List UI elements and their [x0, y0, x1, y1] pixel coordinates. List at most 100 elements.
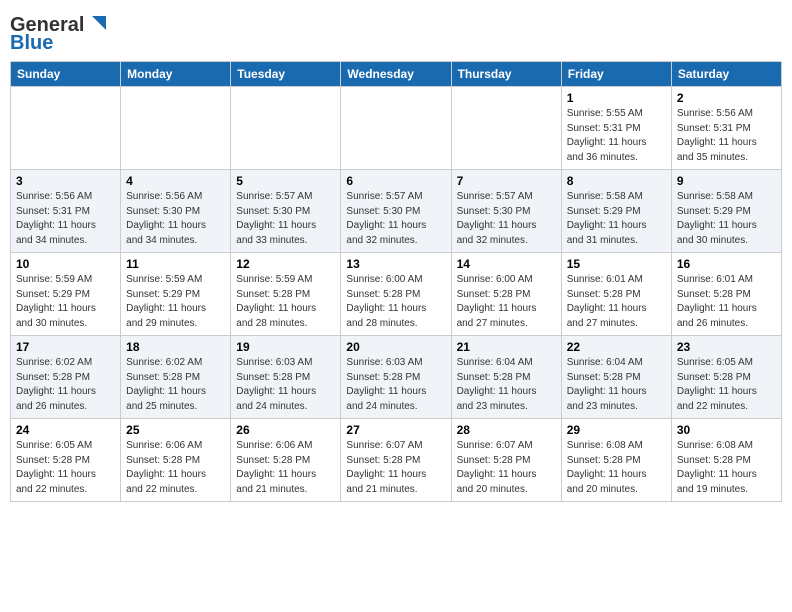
day-number: 14 [457, 257, 556, 271]
page-header: General Blue [10, 10, 782, 55]
day-info: Sunrise: 6:03 AM Sunset: 5:28 PM Dayligh… [346, 356, 445, 414]
col-header-monday: Monday [121, 62, 231, 87]
day-info: Sunrise: 6:00 AM Sunset: 5:28 PM Dayligh… [346, 273, 445, 331]
calendar-week-row: 10 Sunrise: 5:59 AM Sunset: 5:29 PM Dayli… [11, 253, 782, 336]
day-info: Sunrise: 6:06 AM Sunset: 5:28 PM Dayligh… [236, 439, 335, 497]
day-number: 30 [677, 423, 776, 437]
day-info: Sunrise: 5:57 AM Sunset: 5:30 PM Dayligh… [457, 190, 556, 248]
logo-triangle-icon [86, 12, 108, 34]
col-header-friday: Friday [561, 62, 671, 87]
day-number: 13 [346, 257, 445, 271]
calendar-cell [451, 87, 561, 170]
calendar-cell: 1Sunrise: 5:55 AM Sunset: 5:31 PM Daylig… [561, 87, 671, 170]
calendar-cell: 9 Sunrise: 5:58 AM Sunset: 5:29 PM Daylig… [671, 170, 781, 253]
day-number: 23 [677, 340, 776, 354]
day-info: Sunrise: 6:02 AM Sunset: 5:28 PM Dayligh… [126, 356, 225, 414]
day-number: 20 [346, 340, 445, 354]
day-info: Sunrise: 5:57 AM Sunset: 5:30 PM Dayligh… [236, 190, 335, 248]
calendar-cell: 8 Sunrise: 5:58 AM Sunset: 5:29 PM Daylig… [561, 170, 671, 253]
day-number: 25 [126, 423, 225, 437]
day-info: Sunrise: 6:01 AM Sunset: 5:28 PM Dayligh… [567, 273, 666, 331]
day-info: Sunrise: 5:58 AM Sunset: 5:29 PM Dayligh… [677, 190, 776, 248]
day-number: 12 [236, 257, 335, 271]
day-number: 27 [346, 423, 445, 437]
calendar-cell: 23 Sunrise: 6:05 AM Sunset: 5:28 PM Dayli… [671, 336, 781, 419]
day-number: 16 [677, 257, 776, 271]
day-number: 8 [567, 174, 666, 188]
calendar-cell: 7Sunrise: 5:57 AM Sunset: 5:30 PM Daylig… [451, 170, 561, 253]
day-info: Sunrise: 6:05 AM Sunset: 5:28 PM Dayligh… [677, 356, 776, 414]
day-info: Sunrise: 6:01 AM Sunset: 5:28 PM Dayligh… [677, 273, 776, 331]
col-header-saturday: Saturday [671, 62, 781, 87]
day-number: 19 [236, 340, 335, 354]
calendar-cell: 12 Sunrise: 5:59 AM Sunset: 5:28 PM Dayli… [231, 253, 341, 336]
day-number: 1 [567, 91, 666, 105]
calendar-cell: 28 Sunrise: 6:07 AM Sunset: 5:28 PM Dayli… [451, 419, 561, 502]
day-info: Sunrise: 6:08 AM Sunset: 5:28 PM Dayligh… [567, 439, 666, 497]
day-info: Sunrise: 6:07 AM Sunset: 5:28 PM Dayligh… [346, 439, 445, 497]
day-number: 5 [236, 174, 335, 188]
day-number: 29 [567, 423, 666, 437]
day-info: Sunrise: 6:02 AM Sunset: 5:28 PM Dayligh… [16, 356, 115, 414]
day-info: Sunrise: 6:00 AM Sunset: 5:28 PM Dayligh… [457, 273, 556, 331]
day-info: Sunrise: 6:06 AM Sunset: 5:28 PM Dayligh… [126, 439, 225, 497]
calendar-week-row: 24Sunrise: 6:05 AM Sunset: 5:28 PM Dayli… [11, 419, 782, 502]
day-info: Sunrise: 6:04 AM Sunset: 5:28 PM Dayligh… [457, 356, 556, 414]
calendar-cell: 22 Sunrise: 6:04 AM Sunset: 5:28 PM Dayli… [561, 336, 671, 419]
calendar-cell: 27 Sunrise: 6:07 AM Sunset: 5:28 PM Dayli… [341, 419, 451, 502]
calendar-cell: 19 Sunrise: 6:03 AM Sunset: 5:28 PM Dayli… [231, 336, 341, 419]
calendar-cell: 16 Sunrise: 6:01 AM Sunset: 5:28 PM Dayli… [671, 253, 781, 336]
day-info: Sunrise: 6:07 AM Sunset: 5:28 PM Dayligh… [457, 439, 556, 497]
day-info: Sunrise: 5:59 AM Sunset: 5:29 PM Dayligh… [126, 273, 225, 331]
day-info: Sunrise: 6:03 AM Sunset: 5:28 PM Dayligh… [236, 356, 335, 414]
calendar-cell: 29 Sunrise: 6:08 AM Sunset: 5:28 PM Dayli… [561, 419, 671, 502]
calendar-week-row: 3Sunrise: 5:56 AM Sunset: 5:31 PM Daylig… [11, 170, 782, 253]
col-header-tuesday: Tuesday [231, 62, 341, 87]
day-info: Sunrise: 5:56 AM Sunset: 5:31 PM Dayligh… [16, 190, 115, 248]
day-info: Sunrise: 6:08 AM Sunset: 5:28 PM Dayligh… [677, 439, 776, 497]
calendar-cell: 17 Sunrise: 6:02 AM Sunset: 5:28 PM Dayli… [11, 336, 121, 419]
day-number: 15 [567, 257, 666, 271]
calendar-cell [121, 87, 231, 170]
calendar-cell: 5 Sunrise: 5:57 AM Sunset: 5:30 PM Daylig… [231, 170, 341, 253]
day-number: 11 [126, 257, 225, 271]
calendar-cell: 25 Sunrise: 6:06 AM Sunset: 5:28 PM Dayli… [121, 419, 231, 502]
day-number: 28 [457, 423, 556, 437]
calendar-cell: 11 Sunrise: 5:59 AM Sunset: 5:29 PM Dayli… [121, 253, 231, 336]
calendar-week-row: 17 Sunrise: 6:02 AM Sunset: 5:28 PM Dayli… [11, 336, 782, 419]
day-number: 4 [126, 174, 225, 188]
day-number: 9 [677, 174, 776, 188]
day-info: Sunrise: 6:05 AM Sunset: 5:28 PM Dayligh… [16, 439, 115, 497]
day-number: 6 [346, 174, 445, 188]
calendar-header-row: SundayMondayTuesdayWednesdayThursdayFrid… [11, 62, 782, 87]
calendar-cell: 20 Sunrise: 6:03 AM Sunset: 5:28 PM Dayli… [341, 336, 451, 419]
calendar-cell [11, 87, 121, 170]
calendar-cell: 30 Sunrise: 6:08 AM Sunset: 5:28 PM Dayli… [671, 419, 781, 502]
calendar-cell: 26 Sunrise: 6:06 AM Sunset: 5:28 PM Dayli… [231, 419, 341, 502]
calendar-cell: 6 Sunrise: 5:57 AM Sunset: 5:30 PM Daylig… [341, 170, 451, 253]
day-number: 18 [126, 340, 225, 354]
calendar-cell: 15 Sunrise: 6:01 AM Sunset: 5:28 PM Dayli… [561, 253, 671, 336]
day-number: 21 [457, 340, 556, 354]
day-info: Sunrise: 5:58 AM Sunset: 5:29 PM Dayligh… [567, 190, 666, 248]
calendar-cell: 2Sunrise: 5:56 AM Sunset: 5:31 PM Daylig… [671, 87, 781, 170]
calendar-cell [341, 87, 451, 170]
day-info: Sunrise: 5:57 AM Sunset: 5:30 PM Dayligh… [346, 190, 445, 248]
day-info: Sunrise: 5:56 AM Sunset: 5:30 PM Dayligh… [126, 190, 225, 248]
calendar-table: SundayMondayTuesdayWednesdayThursdayFrid… [10, 61, 782, 502]
col-header-thursday: Thursday [451, 62, 561, 87]
calendar-cell: 3Sunrise: 5:56 AM Sunset: 5:31 PM Daylig… [11, 170, 121, 253]
day-number: 22 [567, 340, 666, 354]
calendar-cell: 21 Sunrise: 6:04 AM Sunset: 5:28 PM Dayli… [451, 336, 561, 419]
day-number: 2 [677, 91, 776, 105]
calendar-cell: 13 Sunrise: 6:00 AM Sunset: 5:28 PM Dayli… [341, 253, 451, 336]
day-number: 26 [236, 423, 335, 437]
day-info: Sunrise: 6:04 AM Sunset: 5:28 PM Dayligh… [567, 356, 666, 414]
calendar-cell [231, 87, 341, 170]
col-header-wednesday: Wednesday [341, 62, 451, 87]
col-header-sunday: Sunday [11, 62, 121, 87]
day-number: 17 [16, 340, 115, 354]
day-info: Sunrise: 5:59 AM Sunset: 5:28 PM Dayligh… [236, 273, 335, 331]
day-number: 10 [16, 257, 115, 271]
calendar-cell: 14 Sunrise: 6:00 AM Sunset: 5:28 PM Dayli… [451, 253, 561, 336]
